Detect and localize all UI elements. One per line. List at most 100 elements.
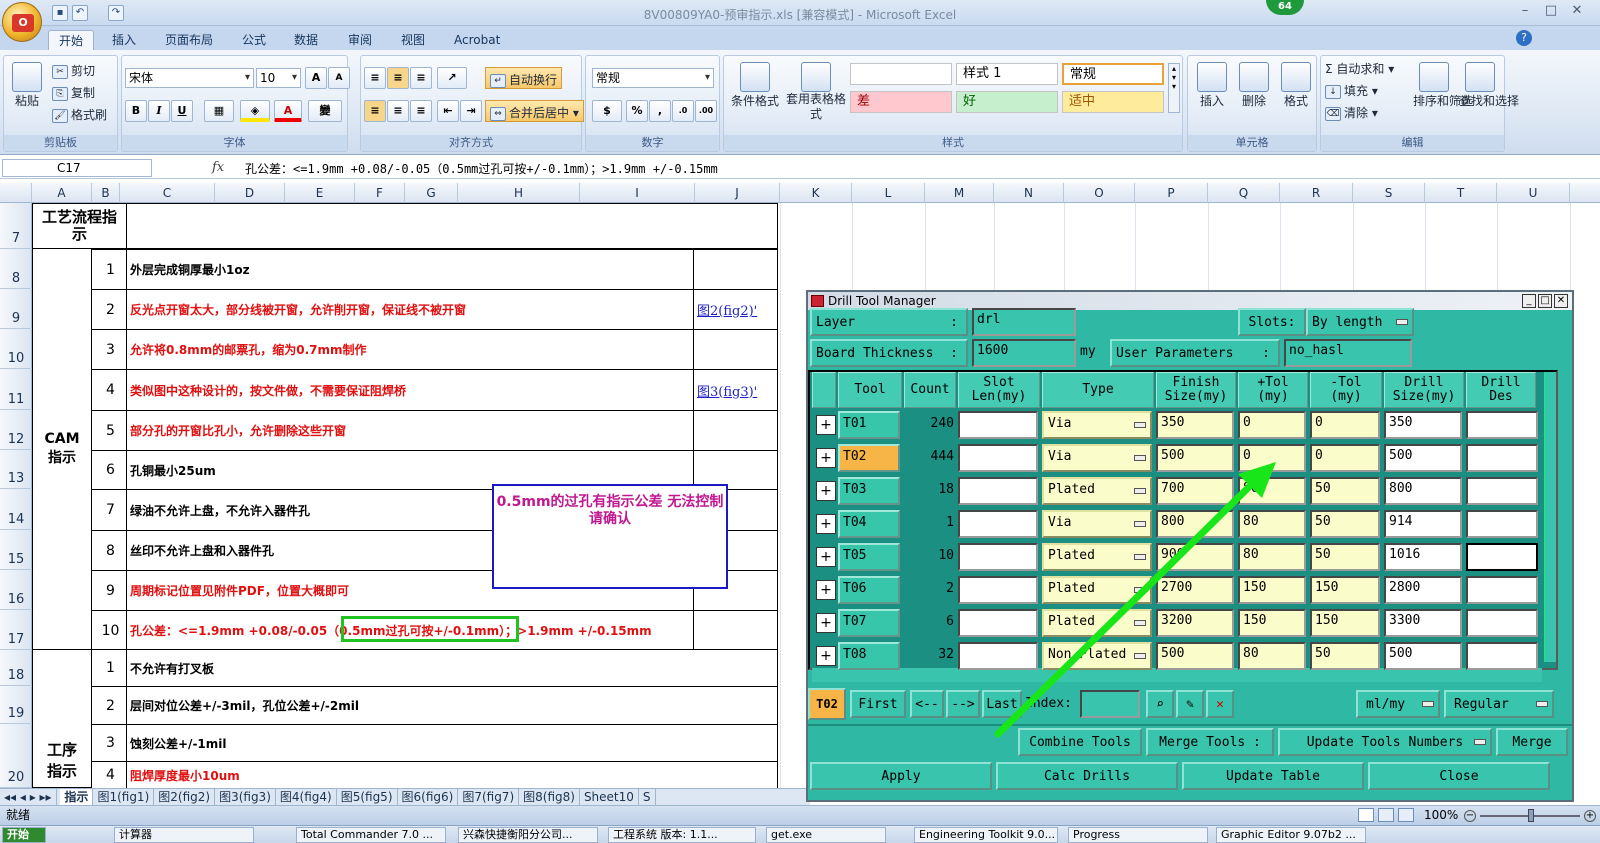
index-input[interactable]	[1080, 690, 1140, 718]
increase-decimal-button[interactable]: .0	[672, 100, 694, 122]
tab-formulas[interactable]: 公式	[232, 30, 276, 50]
sheet-tab[interactable]: S	[639, 789, 656, 805]
process-item-number[interactable]: 1	[91, 649, 127, 687]
row-header-8[interactable]: 8	[0, 249, 32, 289]
undo-icon[interactable]: ↶	[72, 5, 88, 21]
tool-button[interactable]: T03	[838, 477, 900, 505]
comment-textbox[interactable]: 0.5mm的过孔有指示公差 无法控制请确认	[492, 484, 728, 589]
expand-row-icon[interactable]: +	[816, 646, 836, 666]
tab-home[interactable]: 开始	[48, 30, 95, 50]
dialog-close-icon[interactable]: ✕	[1554, 294, 1568, 308]
align-top-button[interactable]: ≡	[364, 67, 386, 89]
header-finish-size[interactable]: Finish Size(my)	[1156, 372, 1236, 408]
expand-row-icon[interactable]: +	[816, 613, 836, 633]
start-button[interactable]: 开始	[2, 827, 46, 843]
process-item-number[interactable]: 3	[91, 724, 127, 762]
column-header-E[interactable]: E	[285, 183, 355, 203]
calc-drills-button[interactable]: Calc Drills	[996, 762, 1178, 790]
header-blank-cell[interactable]	[126, 203, 778, 249]
tab-acrobat[interactable]: Acrobat	[444, 30, 510, 50]
cam-item-link[interactable]	[693, 249, 778, 290]
tool-button[interactable]: T01	[838, 411, 900, 439]
column-header-M[interactable]: M	[925, 183, 994, 203]
bold-button[interactable]: B	[125, 100, 147, 122]
process-item-text[interactable]: 蚀刻公差+/-1mil	[126, 724, 778, 762]
slots-dropdown[interactable]: By length	[1306, 308, 1414, 336]
taskbar-item[interactable]: Total Commander 7.0 ...	[296, 827, 446, 843]
edit-icon[interactable]: ✎	[1176, 690, 1204, 718]
drill-des-input[interactable]	[1466, 609, 1538, 637]
tool-button[interactable]: T05	[838, 543, 900, 571]
cam-item-link[interactable]: 图2(fig2)'	[693, 289, 778, 330]
column-header-I[interactable]: I	[580, 183, 695, 203]
row-header-14[interactable]: 14	[0, 489, 32, 530]
drill-des-input[interactable]	[1466, 510, 1538, 538]
insert-cells-button[interactable]: 插入	[1194, 62, 1230, 109]
tab-insert[interactable]: 插入	[102, 30, 146, 50]
slot-len-input[interactable]	[958, 609, 1038, 637]
column-header-J[interactable]: J	[695, 183, 780, 203]
taskbar-item[interactable]: 计算器	[114, 827, 254, 843]
align-bottom-button[interactable]: ≡	[410, 67, 432, 89]
process-item-text[interactable]: 不允许有打叉板	[126, 649, 778, 687]
type-dropdown[interactable]: Via	[1042, 411, 1152, 439]
units-dropdown[interactable]: ml/my	[1356, 690, 1440, 718]
minus-tol-input[interactable]: 50	[1310, 543, 1380, 571]
row-header-17[interactable]: 17	[0, 610, 32, 650]
type-dropdown[interactable]: Plated	[1042, 609, 1152, 637]
drill-des-input[interactable]	[1466, 477, 1538, 505]
cam-item-number[interactable]: 9	[91, 570, 127, 611]
expand-row-icon[interactable]: +	[816, 547, 836, 567]
slot-len-input[interactable]	[958, 642, 1038, 670]
minus-tol-input[interactable]: 50	[1310, 510, 1380, 538]
tool-button[interactable]: T04	[838, 510, 900, 538]
sheet-tab[interactable]: 图8(fig8)	[519, 789, 580, 805]
process-item-number[interactable]: 2	[91, 686, 127, 725]
tab-view[interactable]: 视图	[391, 30, 435, 50]
header-tool[interactable]: Tool	[838, 372, 902, 408]
drill-des-input[interactable]	[1466, 576, 1538, 604]
plus-tol-input[interactable]: 150	[1238, 609, 1306, 637]
finish-size-input[interactable]: 2700	[1156, 576, 1234, 604]
minus-tol-input[interactable]: 150	[1310, 609, 1380, 637]
header-drill-des[interactable]: Drill Des	[1466, 372, 1536, 408]
expand-row-icon[interactable]: +	[816, 448, 836, 468]
minus-tol-input[interactable]: 0	[1310, 444, 1380, 472]
cam-item-number[interactable]: 10	[91, 610, 127, 651]
row-header-19[interactable]: 19	[0, 686, 32, 724]
cam-item-link[interactable]	[693, 329, 778, 370]
close-button[interactable]: Close	[1368, 762, 1550, 790]
apply-button[interactable]: Apply	[810, 762, 992, 790]
close-icon[interactable]: ✕	[1566, 4, 1588, 20]
delete-icon[interactable]: ✕	[1206, 690, 1234, 718]
cam-item-text[interactable]: 允许将0.8mm的邮票孔，缩为0.7mm制作	[126, 329, 694, 370]
process-item-text[interactable]: 层间对位公差+/-3mil，孔位公差+/-2mil	[126, 686, 778, 725]
drill-size-input[interactable]: 350	[1384, 411, 1462, 439]
sheet-tab[interactable]: 图4(fig4)	[276, 789, 337, 805]
minus-tol-input[interactable]: 0	[1310, 411, 1380, 439]
taskbar-item[interactable]: Progress	[1068, 827, 1208, 843]
zoom-level[interactable]: 100%	[1424, 806, 1458, 825]
align-left-button[interactable]: ≡	[364, 100, 386, 122]
tab-data[interactable]: 数据	[284, 30, 328, 50]
column-header-G[interactable]: G	[405, 183, 458, 203]
row-header-18[interactable]: 18	[0, 650, 32, 686]
cam-item-link[interactable]	[693, 610, 778, 651]
fill-button[interactable]: ↓ 填充 ▾	[1325, 82, 1378, 99]
drill-des-input[interactable]	[1466, 543, 1538, 571]
cam-item-number[interactable]: 6	[91, 450, 127, 490]
drill-des-input[interactable]	[1466, 642, 1538, 670]
phonetic-button[interactable]: 變	[308, 100, 342, 122]
header-minus-tol[interactable]: -Tol (my)	[1310, 372, 1382, 408]
finish-size-input[interactable]: 800	[1156, 510, 1234, 538]
sheet-tab[interactable]: 图5(fig5)	[337, 789, 398, 805]
tools-vscroll[interactable]	[1544, 372, 1556, 662]
find-select-button[interactable]: 查找和选择	[1459, 62, 1519, 109]
copy-button[interactable]: ⎘ 复制	[52, 84, 95, 101]
name-box[interactable]: C17	[2, 159, 152, 177]
underline-button[interactable]: U	[171, 100, 193, 122]
row-header-7[interactable]: 7	[0, 203, 32, 249]
column-header-P[interactable]: P	[1135, 183, 1208, 203]
expand-row-icon[interactable]: +	[816, 580, 836, 600]
save-icon[interactable]: ▪	[52, 5, 68, 21]
